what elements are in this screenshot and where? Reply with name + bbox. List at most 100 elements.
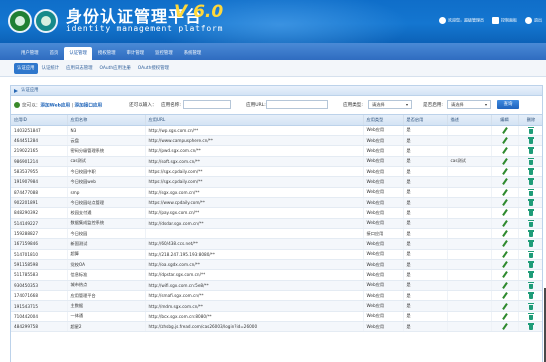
add-api-app-link[interactable]: 添加接口应用 xyxy=(75,104,103,109)
table-row[interactable]: 902201891 今日校园站点管理 https://www.cpdaily.com… xyxy=(11,197,542,209)
edit-icon[interactable] xyxy=(502,230,507,237)
trash-icon[interactable] xyxy=(528,157,534,165)
top-menu-audit[interactable]: 审计管理 xyxy=(122,47,150,60)
table-row[interactable]: 484299758 超星2 http://zhsbg.js.fread.com/ca… xyxy=(11,321,542,333)
app-name-cell: 主数据 xyxy=(67,300,146,312)
table-row[interactable]: 710442004 一体通 http://bcx.sgx.com.cn:8080/*… xyxy=(11,311,542,323)
edit-icon[interactable] xyxy=(502,127,507,134)
app-type-select[interactable]: 请选择 xyxy=(368,100,412,109)
app-name-cell: 今日校园 xyxy=(67,228,146,240)
table-row[interactable]: 986901214 cas测试 http://soft.sgx.com.cn/** W… xyxy=(11,156,542,167)
table-row[interactable]: 159288827 今日校园 接口应用是 xyxy=(11,228,542,240)
edit-icon[interactable] xyxy=(502,313,507,320)
edit-icon[interactable] xyxy=(502,158,507,165)
table-row[interactable]: 930450353 城市热点 http://wifi.sgx.com.cn:5e8/… xyxy=(11,280,542,292)
trash-icon[interactable] xyxy=(528,219,534,227)
edit-icon[interactable] xyxy=(502,251,507,258)
control-panel-link[interactable]: 控制面板 xyxy=(492,17,517,24)
table-row[interactable]: 591158598 党校OA http://oa.sgdx.com.cn/** Web… xyxy=(11,259,542,271)
enabled-select[interactable]: 请选择 xyxy=(447,100,491,109)
collapse-arrow-icon[interactable] xyxy=(14,89,18,93)
trash-icon[interactable] xyxy=(528,137,534,145)
sub-menu-oauth-manage[interactable]: OAuth授权管理 xyxy=(135,63,172,74)
trash-icon[interactable] xyxy=(528,240,534,248)
trash-icon[interactable] xyxy=(528,230,534,238)
trash-icon[interactable] xyxy=(528,281,534,289)
edit-icon[interactable] xyxy=(502,199,507,206)
trash-icon[interactable] xyxy=(528,188,534,196)
edit-icon[interactable] xyxy=(502,147,507,154)
delete-cell xyxy=(518,176,542,188)
table-row[interactable]: 514701810 超算 http://218.247.195.193:8080/*… xyxy=(11,249,542,260)
table-row[interactable]: 174071668 应用管理平台 http://smafi.sgx.com.cn/*… xyxy=(11,290,542,302)
dashboard-icon xyxy=(492,17,499,24)
trash-icon[interactable] xyxy=(528,302,534,310)
trash-icon[interactable] xyxy=(528,261,534,269)
table-row[interactable]: 191543715 主数据 http://mdm.sgx.com.cn/** Web应… xyxy=(11,300,542,312)
edit-icon[interactable] xyxy=(502,271,507,278)
app-type-cell: Web应用 xyxy=(363,135,404,147)
top-menu-user-management[interactable]: 用户管理 xyxy=(16,47,44,60)
app-name-cell: cas测试 xyxy=(67,156,146,167)
delete-cell xyxy=(518,290,542,302)
app-type-cell: Web应用 xyxy=(363,187,404,198)
edit-icon[interactable] xyxy=(502,168,507,175)
table-row[interactable]: 167159846 新国测试 http://60/438.ccs.net/** Web… xyxy=(11,238,542,250)
edit-icon[interactable] xyxy=(502,261,507,268)
trash-icon[interactable] xyxy=(528,199,534,207)
enabled-cell: 是 xyxy=(403,145,448,157)
sub-menu-oauth-register[interactable]: OAuth应用注册 xyxy=(97,63,134,74)
edit-icon[interactable] xyxy=(502,137,507,144)
edit-icon[interactable] xyxy=(502,189,507,196)
edit-icon[interactable] xyxy=(502,323,507,330)
app-name-input[interactable] xyxy=(183,100,231,109)
edit-icon[interactable] xyxy=(502,303,507,310)
sub-menu-app-logs[interactable]: 应用日志管理 xyxy=(63,63,95,74)
table-row[interactable]: 848290392 校园支付通 http://pay.sgx.com.cn/** We… xyxy=(11,207,542,219)
enabled-cell: 是 xyxy=(403,280,448,292)
trash-icon[interactable] xyxy=(528,168,534,176)
trash-icon[interactable] xyxy=(528,323,534,331)
sub-menu-auth-apps[interactable]: 认证应用 xyxy=(14,62,38,74)
top-menu-home[interactable]: 首页 xyxy=(45,47,64,60)
app-name-cell: 校园支付通 xyxy=(67,207,146,219)
edit-icon[interactable] xyxy=(502,282,507,289)
trash-icon[interactable] xyxy=(528,147,534,155)
top-menu-monitor[interactable]: 监控管理 xyxy=(150,47,178,60)
trash-icon[interactable] xyxy=(528,250,534,258)
trash-icon[interactable] xyxy=(528,178,534,186)
trash-icon[interactable] xyxy=(528,126,534,134)
query-button[interactable]: 查询 xyxy=(497,100,519,109)
column-header: 编辑 xyxy=(491,115,519,126)
table-row[interactable]: 583537955 今日校园中职 https://sgx.cpdaily.com/*… xyxy=(11,166,542,178)
app-id-cell: 484299758 xyxy=(11,321,68,333)
app-url-input[interactable] xyxy=(266,100,328,109)
delete-cell xyxy=(518,249,542,260)
trash-icon[interactable] xyxy=(528,292,534,300)
table-row[interactable]: 514149227 数据集成监控系统 http://dsdar.sgx.com.cn… xyxy=(11,218,542,229)
sub-menu-auth-stats[interactable]: 认证统计 xyxy=(39,63,63,74)
top-menu-authorization[interactable]: 授权管理 xyxy=(93,47,121,60)
edit-icon[interactable] xyxy=(502,292,507,299)
table-row[interactable]: 1403251847 N3 http://wp.sgx.com.cn/** Web应用… xyxy=(11,125,542,136)
welcome-link[interactable]: 欢迎您，超级管理员 xyxy=(439,17,484,24)
app-url-cell: http://soft.sgx.com.cn/** xyxy=(145,156,364,167)
trash-icon[interactable] xyxy=(528,209,534,217)
table-row[interactable]: 511785583 信息标准 http://dpstar.sgx.com.cn/**… xyxy=(11,269,542,281)
edit-icon[interactable] xyxy=(502,240,507,247)
top-menu-auth-management[interactable]: 认证管理 xyxy=(64,47,92,60)
trash-icon[interactable] xyxy=(528,312,534,320)
edit-icon[interactable] xyxy=(502,178,507,185)
table-row[interactable]: 191907984 今日校园web https://sgx.cpdaily.com/… xyxy=(11,176,542,188)
description-cell xyxy=(447,280,492,292)
edit-icon[interactable] xyxy=(502,209,507,216)
trash-icon[interactable] xyxy=(528,271,534,279)
logout-link[interactable]: 退出 xyxy=(525,17,542,24)
table-row[interactable]: 219022165 密码分级管理系统 http://pwd.sgx.com.cn/*… xyxy=(11,145,542,157)
app-name-cell: 超星2 xyxy=(67,321,146,333)
add-web-app-link[interactable]: 添加Web应用 xyxy=(40,104,70,109)
top-menu-system[interactable]: 系统管理 xyxy=(179,47,207,60)
table-row[interactable]: 874477088 smp http://sgx.sgx.com.cn/** Web应… xyxy=(11,187,542,198)
edit-icon[interactable] xyxy=(502,220,507,227)
table-row[interactable]: 464451284 云盘 http://www.campusphere.cn/** W… xyxy=(11,135,542,147)
